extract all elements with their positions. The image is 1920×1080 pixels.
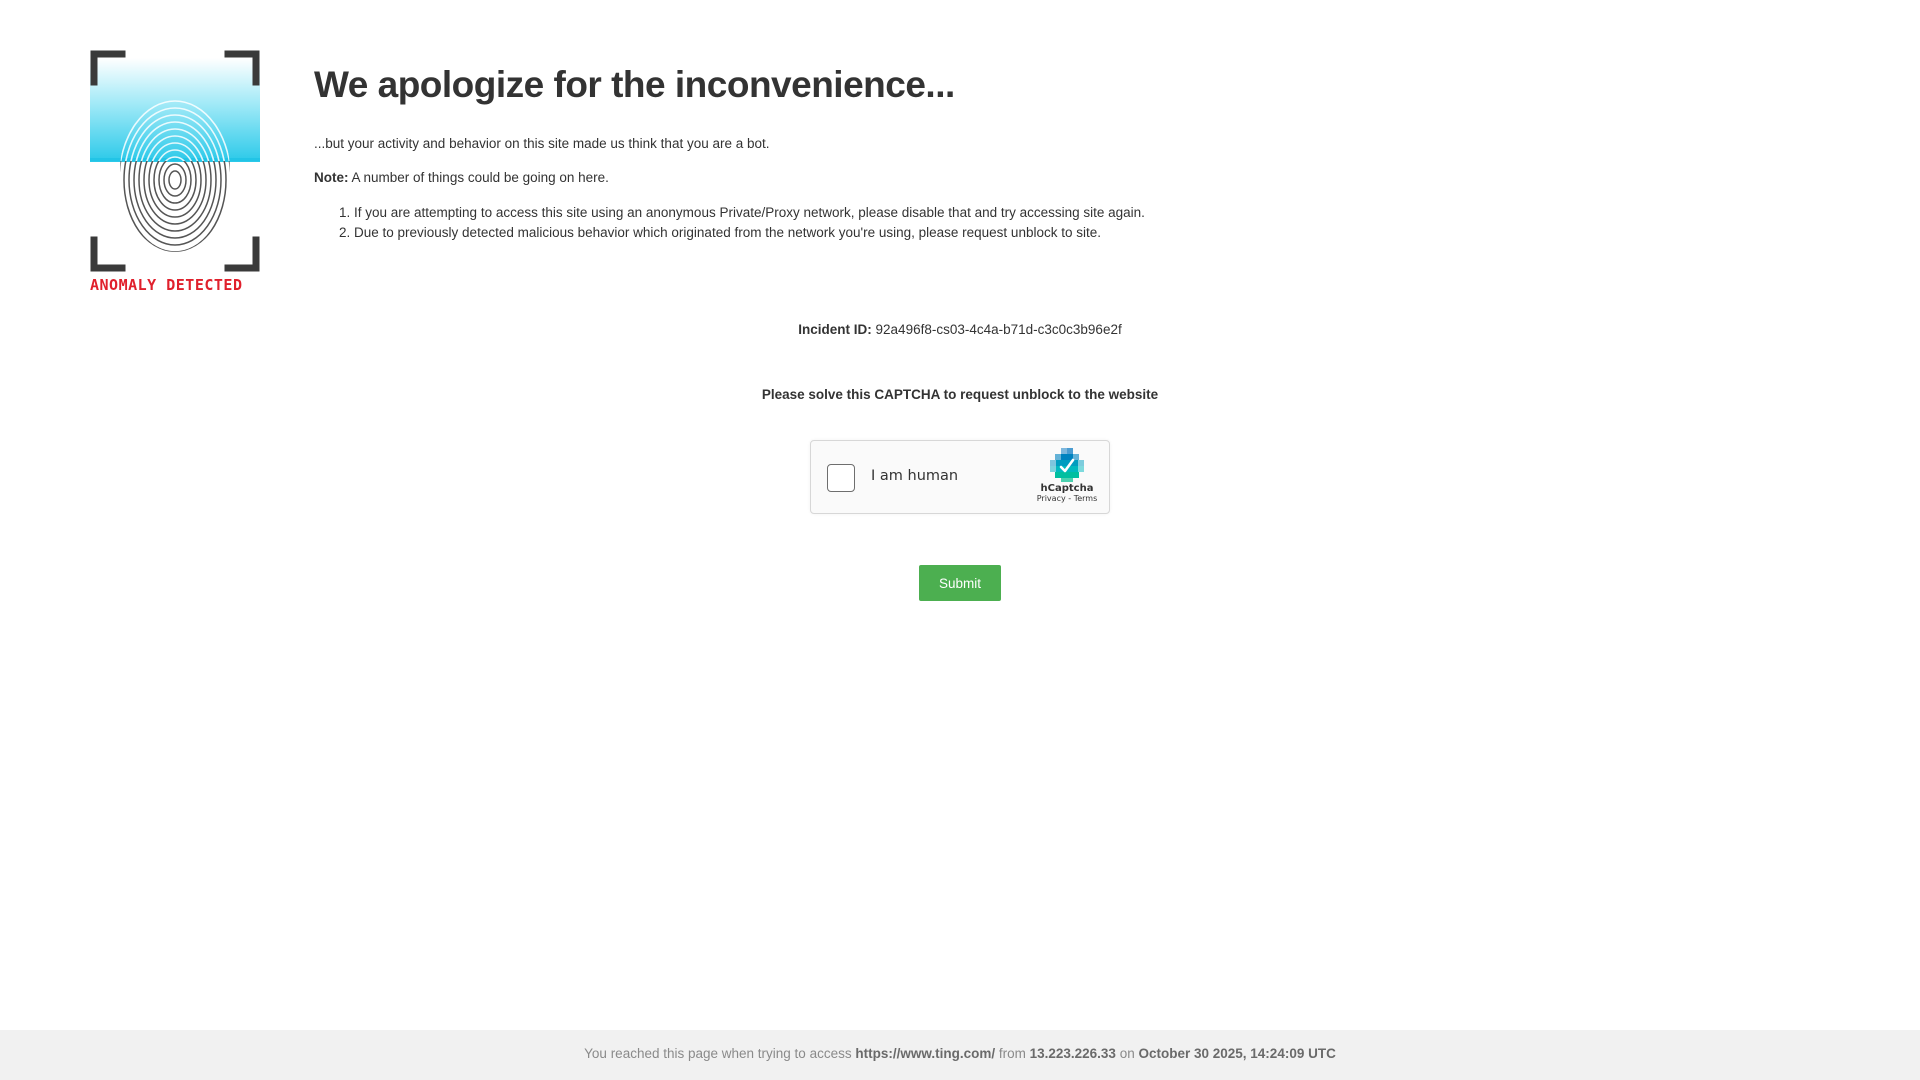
footer-on: on	[1115, 1046, 1139, 1061]
footer: You reached this page when trying to acc…	[0, 1030, 1920, 1080]
hcaptcha-links: Privacy - Terms	[1035, 494, 1099, 503]
footer-ip: 13.223.226.33	[1029, 1046, 1116, 1061]
human-checkbox[interactable]	[827, 464, 855, 492]
incident-id: Incident ID: 92a496f8-cs03-4c4a-b71d-c3c…	[0, 322, 1920, 337]
link-separator: -	[1065, 494, 1074, 503]
footer-from: from	[995, 1046, 1030, 1061]
list-item: If you are attempting to access this sit…	[354, 203, 1514, 223]
submit-button[interactable]: Submit	[919, 565, 1001, 601]
hcaptcha-name: hCaptcha	[1040, 483, 1094, 494]
footer-datetime: October 30 2025, 14:24:09 UTC	[1138, 1046, 1336, 1061]
footer-prefix: You reached this page when trying to acc…	[584, 1046, 856, 1061]
block-page: ANOMALY DETECTED We apologize for the in…	[0, 0, 1920, 1080]
reasons-list: If you are attempting to access this sit…	[314, 203, 1514, 243]
page-title: We apologize for the inconvenience...	[314, 64, 955, 105]
incident-value: 92a496f8-cs03-4c4a-b71d-c3c0c3b96e2f	[871, 322, 1122, 337]
anomaly-logo: ANOMALY DETECTED	[90, 50, 270, 300]
hcaptcha-logo-icon	[1050, 448, 1084, 482]
note-body: A number of things could be going on her…	[348, 170, 609, 185]
hcaptcha-brand: hCaptcha Privacy - Terms	[1035, 448, 1099, 503]
privacy-link[interactable]: Privacy	[1037, 494, 1066, 503]
incident-label: Incident ID:	[798, 322, 872, 337]
fingerprint-scan-icon	[90, 50, 260, 272]
captcha-prompt: Please solve this CAPTCHA to request unb…	[761, 387, 1159, 402]
note-label: Note:	[314, 170, 349, 185]
list-item: Due to previously detected malicious beh…	[354, 223, 1514, 243]
anomaly-caption: ANOMALY DETECTED	[90, 276, 243, 294]
terms-link[interactable]: Terms	[1074, 494, 1098, 503]
message-block: We apologize for the inconvenience... ..…	[314, 60, 1514, 243]
note-text: Note: A number of things could be going …	[314, 170, 1514, 185]
checkbox-label: I am human	[871, 468, 959, 484]
footer-url: https://www.ting.com/	[855, 1046, 996, 1061]
hcaptcha-widget[interactable]: I am human hCaptcha Privacy - Terms	[810, 440, 1110, 514]
intro-text: ...but your activity and behavior on thi…	[314, 136, 770, 151]
